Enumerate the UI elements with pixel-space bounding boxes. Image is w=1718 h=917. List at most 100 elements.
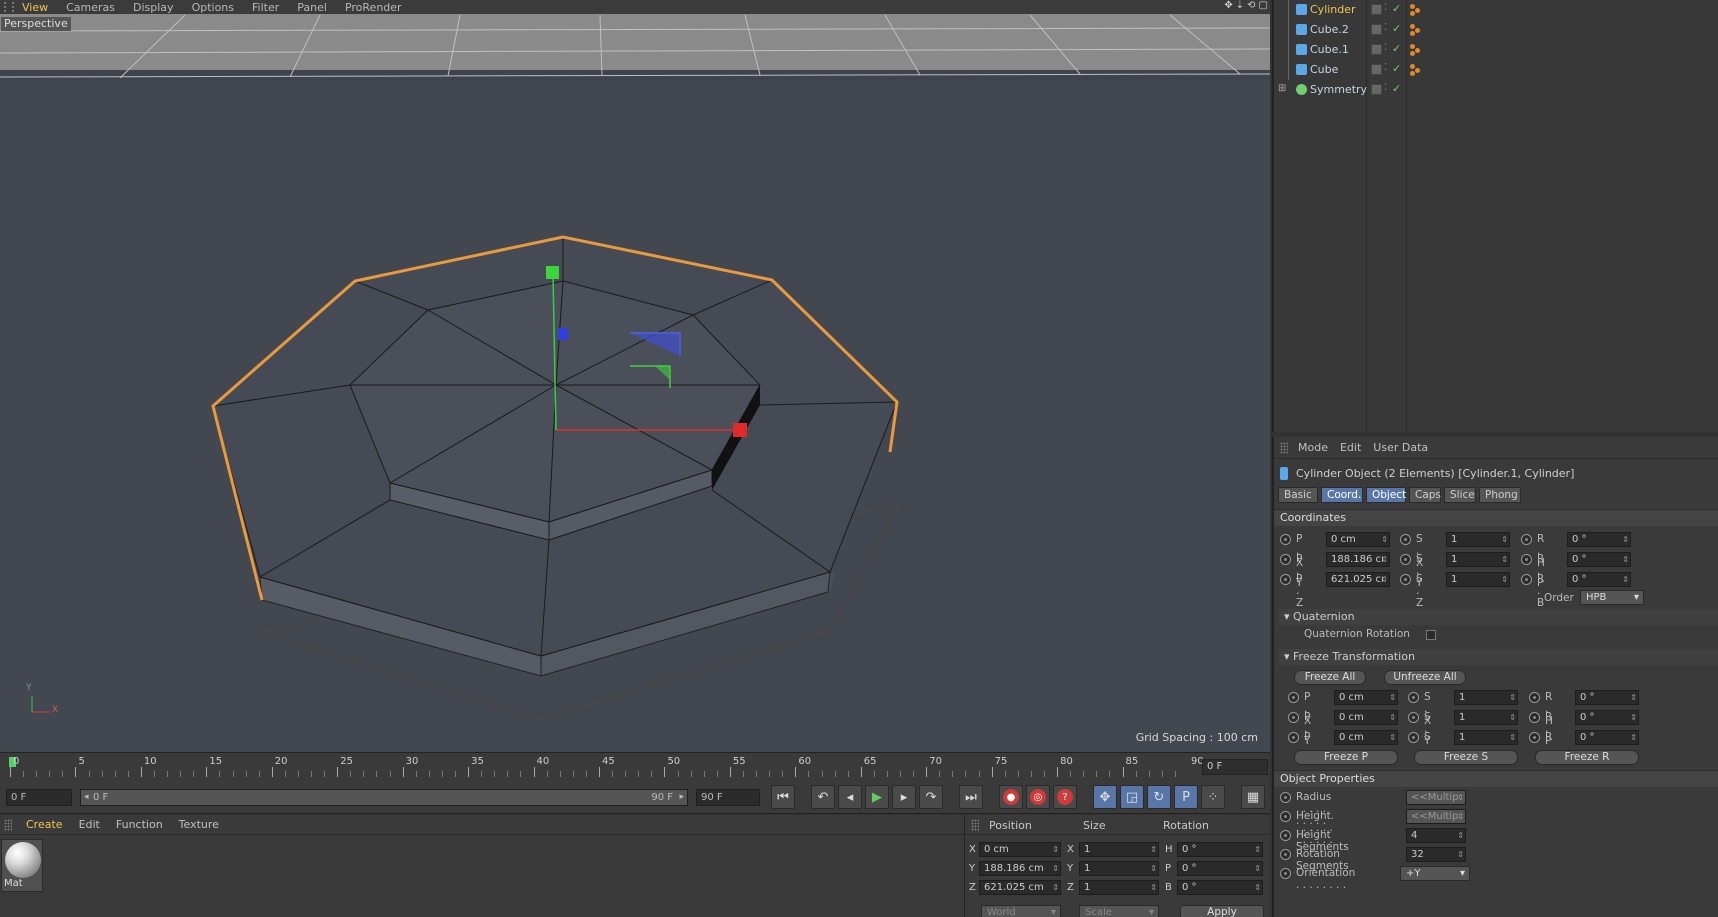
current-frame-field[interactable]: 0 F bbox=[1202, 759, 1268, 775]
position-field[interactable]: 188.186 cm bbox=[979, 861, 1061, 876]
3d-viewport[interactable]: View Cameras Display Options Filter Pane… bbox=[0, 0, 1270, 752]
visibility-dots-icon[interactable]: ⁚ bbox=[1384, 22, 1387, 33]
visibility-dots-icon[interactable]: ⁚ bbox=[1384, 82, 1387, 93]
frame-range-slider[interactable]: ◂ 0 F 90 F ▸ bbox=[80, 789, 688, 806]
autokey-button[interactable]: ◎ bbox=[1026, 785, 1050, 809]
animate-radio-s[interactable] bbox=[1400, 534, 1411, 545]
material-tag-icon[interactable] bbox=[1410, 24, 1422, 36]
position-field[interactable]: 0 cm bbox=[979, 842, 1061, 857]
r-value-field[interactable]: 0 ° bbox=[1567, 552, 1631, 567]
visibility-dots-icon[interactable]: ⁚ bbox=[1384, 62, 1387, 73]
object-name[interactable]: Cube.1 bbox=[1310, 43, 1349, 56]
object-row[interactable]: ⊞ Symmetry ⁚ ✓ bbox=[1274, 80, 1718, 100]
enabled-check-icon[interactable]: ✓ bbox=[1392, 2, 1401, 15]
material-thumbnail[interactable]: Mat bbox=[1, 839, 43, 892]
record-keys-button[interactable]: ● bbox=[999, 785, 1023, 809]
zoom-camera-icon[interactable]: ⇣ bbox=[1236, 0, 1244, 11]
animate-radio-r[interactable] bbox=[1529, 692, 1540, 703]
apply-button[interactable]: Apply bbox=[1180, 905, 1264, 917]
animate-radio-p[interactable] bbox=[1288, 732, 1299, 743]
s-value-field[interactable]: 1 bbox=[1454, 710, 1518, 725]
menu-panel[interactable]: Panel bbox=[289, 1, 337, 14]
animate-radio[interactable] bbox=[1280, 830, 1291, 841]
s-value-field[interactable]: 1 bbox=[1454, 690, 1518, 705]
expand-icon[interactable]: ⊞ bbox=[1278, 83, 1286, 94]
p-value-field[interactable]: 0 cm bbox=[1334, 710, 1398, 725]
panel-grip-icon[interactable] bbox=[971, 819, 979, 831]
animate-radio-p[interactable] bbox=[1280, 534, 1291, 545]
animate-radio-p[interactable] bbox=[1288, 692, 1299, 703]
object-name[interactable]: Cube.2 bbox=[1310, 23, 1349, 36]
object-name[interactable]: Cube bbox=[1310, 63, 1338, 76]
animate-radio[interactable] bbox=[1280, 868, 1291, 879]
r-value-field[interactable]: 0 ° bbox=[1575, 690, 1639, 705]
coordinate-space-dropdown[interactable]: World bbox=[981, 905, 1061, 917]
animate-radio-p[interactable] bbox=[1280, 554, 1291, 565]
previous-key-button[interactable]: ↶ bbox=[811, 785, 835, 809]
animate-radio[interactable] bbox=[1280, 811, 1291, 822]
freeze-p-button[interactable]: Freeze P bbox=[1294, 750, 1398, 765]
tab-slice[interactable]: Slice bbox=[1444, 487, 1476, 503]
animate-radio-s[interactable] bbox=[1400, 554, 1411, 565]
menu-edit[interactable]: Edit bbox=[1336, 441, 1369, 454]
object-row[interactable]: Cylinder ⁚ ✓ bbox=[1274, 0, 1718, 20]
previous-frame-button[interactable]: ◂ bbox=[838, 785, 862, 809]
menu-user-data[interactable]: User Data bbox=[1369, 441, 1436, 454]
r-value-field[interactable]: 0 ° bbox=[1567, 532, 1631, 547]
menu-edit[interactable]: Edit bbox=[71, 818, 108, 831]
property-value-field[interactable]: 4 bbox=[1406, 828, 1466, 843]
s-value-field[interactable]: 1 bbox=[1446, 552, 1510, 567]
menu-function[interactable]: Function bbox=[108, 818, 171, 831]
rotation-field[interactable]: 0 ° bbox=[1177, 842, 1263, 857]
layer-icon[interactable] bbox=[1371, 44, 1382, 55]
menu-filter[interactable]: Filter bbox=[244, 1, 289, 14]
p-value-field[interactable]: 621.025 cı bbox=[1326, 572, 1390, 587]
panel-grip-icon[interactable] bbox=[4, 818, 12, 831]
r-value-field[interactable]: 0 ° bbox=[1567, 572, 1631, 587]
key-position-button[interactable]: ✥ bbox=[1093, 785, 1117, 809]
freeze-section-header[interactable]: ▾ Freeze Transformation bbox=[1278, 649, 1718, 665]
rotate-camera-icon[interactable]: ⟲ bbox=[1247, 0, 1255, 11]
position-field[interactable]: 621.025 cm bbox=[979, 880, 1061, 895]
menu-display[interactable]: Display bbox=[125, 1, 184, 14]
visibility-dots-icon[interactable]: ⁚ bbox=[1384, 2, 1387, 13]
size-field[interactable]: 1 bbox=[1079, 861, 1159, 876]
panel-grip-icon[interactable] bbox=[1280, 441, 1288, 454]
enabled-check-icon[interactable]: ✓ bbox=[1392, 42, 1401, 55]
size-field[interactable]: 1 bbox=[1079, 842, 1159, 857]
rotation-field[interactable]: 0 ° bbox=[1177, 880, 1263, 895]
object-row[interactable]: Cube.2 ⁚ ✓ bbox=[1274, 20, 1718, 40]
layer-icon[interactable] bbox=[1371, 4, 1382, 15]
menu-prorender[interactable]: ProRender bbox=[337, 1, 412, 14]
animate-radio-p[interactable] bbox=[1280, 574, 1291, 585]
menu-view[interactable]: View bbox=[14, 1, 58, 14]
r-value-field[interactable]: 0 ° bbox=[1575, 730, 1639, 745]
object-name[interactable]: Cylinder bbox=[1310, 3, 1356, 16]
visibility-dots-icon[interactable]: ⁚ bbox=[1384, 42, 1387, 53]
layer-icon[interactable] bbox=[1371, 84, 1382, 95]
orientation-dropdown[interactable]: +Y bbox=[1400, 866, 1470, 881]
key-scale-button[interactable]: ◲ bbox=[1120, 785, 1144, 809]
timeline-ruler[interactable]: 0 5 10 15 20 25 30 35 40 45 50 55 60 65 70 75 80 85 90 bbox=[10, 755, 1204, 781]
animate-radio-s[interactable] bbox=[1408, 712, 1419, 723]
p-value-field[interactable]: 0 cm bbox=[1326, 532, 1390, 547]
animate-radio-s[interactable] bbox=[1408, 692, 1419, 703]
maximize-view-icon[interactable]: ▢ bbox=[1259, 0, 1268, 11]
panel-grip-icon[interactable] bbox=[4, 2, 14, 12]
enabled-check-icon[interactable]: ✓ bbox=[1392, 82, 1401, 95]
unfreeze-all-button[interactable]: Unfreeze All bbox=[1384, 670, 1466, 685]
tab-basic[interactable]: Basic bbox=[1278, 487, 1318, 503]
menu-cameras[interactable]: Cameras bbox=[58, 1, 125, 14]
animate-radio-r[interactable] bbox=[1529, 732, 1540, 743]
quaternion-section-header[interactable]: ▾ Quaternion bbox=[1278, 609, 1718, 625]
size-field[interactable]: 1 bbox=[1079, 880, 1159, 895]
tab-caps[interactable]: Caps bbox=[1409, 487, 1441, 503]
layer-icon[interactable] bbox=[1371, 64, 1382, 75]
tab-object[interactable]: Object bbox=[1366, 487, 1406, 503]
animate-radio[interactable] bbox=[1280, 849, 1291, 860]
s-value-field[interactable]: 1 bbox=[1446, 532, 1510, 547]
animate-radio-r[interactable] bbox=[1521, 574, 1532, 585]
viewport-scene[interactable] bbox=[0, 0, 1270, 752]
s-value-field[interactable]: 1 bbox=[1454, 730, 1518, 745]
tab-phong[interactable]: Phong bbox=[1479, 487, 1521, 503]
